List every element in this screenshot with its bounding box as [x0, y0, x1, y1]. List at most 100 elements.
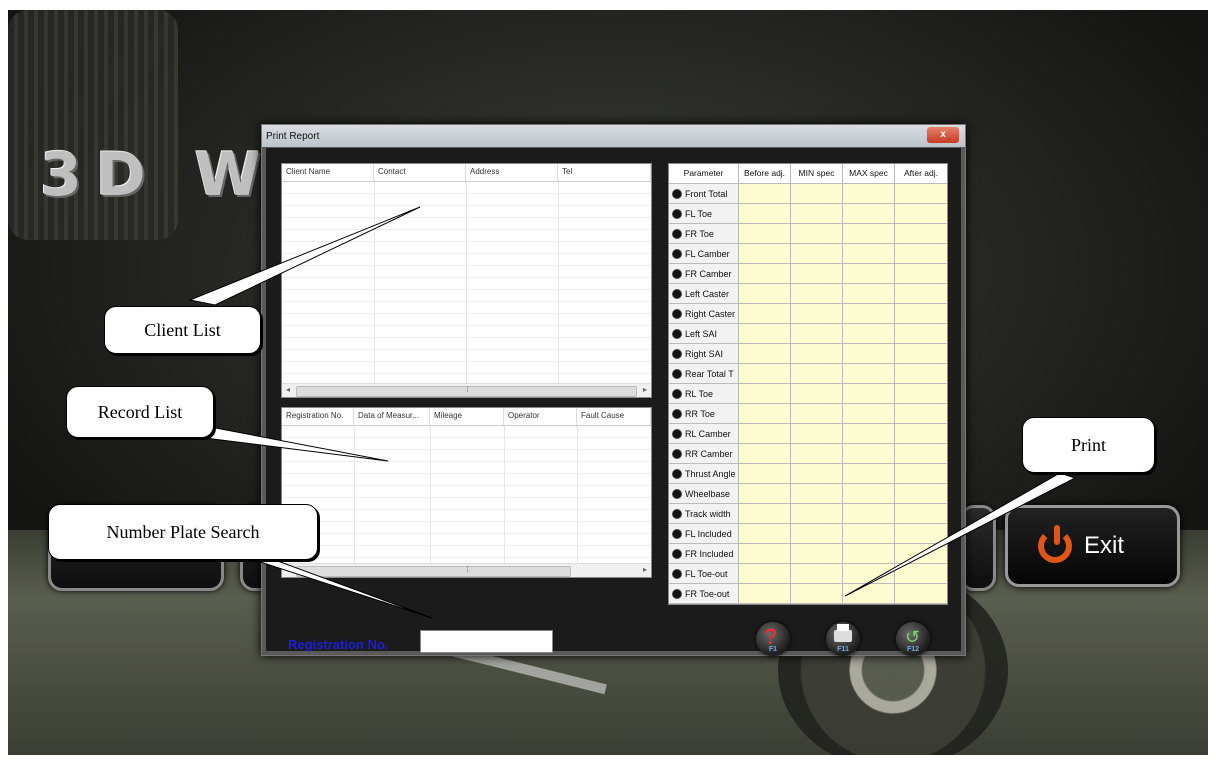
parameter-value-cell[interactable] [895, 564, 947, 583]
parameter-value-cell[interactable] [791, 464, 843, 483]
parameter-value-cell[interactable] [739, 524, 791, 543]
parameter-value-cell[interactable] [739, 444, 791, 463]
parameter-value-cell[interactable] [895, 404, 947, 423]
scroll-thumb[interactable] [296, 566, 571, 577]
parameter-value-cell[interactable] [843, 444, 895, 463]
parameter-value-cell[interactable] [843, 364, 895, 383]
parameter-value-cell[interactable] [895, 204, 947, 223]
record-list-body[interactable] [282, 426, 651, 563]
scroll-left-icon[interactable]: ◂ [286, 385, 290, 394]
parameter-value-cell[interactable] [791, 184, 843, 203]
column-header-operator[interactable]: Operator [504, 408, 577, 425]
parameter-value-cell[interactable] [843, 204, 895, 223]
parameter-value-cell[interactable] [843, 284, 895, 303]
parameter-value-cell[interactable] [739, 364, 791, 383]
parameter-value-cell[interactable] [791, 584, 843, 603]
parameter-value-cell[interactable] [895, 504, 947, 523]
parameter-value-cell[interactable] [739, 424, 791, 443]
parameter-value-cell[interactable] [895, 284, 947, 303]
parameter-value-cell[interactable] [739, 464, 791, 483]
column-header-client-name[interactable]: Client Name [282, 164, 374, 181]
parameter-value-cell[interactable] [895, 524, 947, 543]
parameter-value-cell[interactable] [843, 224, 895, 243]
parameter-value-cell[interactable] [791, 444, 843, 463]
parameter-value-cell[interactable] [739, 404, 791, 423]
parameter-value-cell[interactable] [843, 584, 895, 603]
parameter-value-cell[interactable] [843, 384, 895, 403]
parameter-value-cell[interactable] [843, 324, 895, 343]
parameter-value-cell[interactable] [895, 324, 947, 343]
parameter-value-cell[interactable] [791, 424, 843, 443]
parameter-value-cell[interactable] [791, 264, 843, 283]
client-list-body[interactable] [282, 182, 651, 383]
scroll-left-icon[interactable]: ◂ [286, 565, 290, 574]
close-button[interactable]: x [927, 127, 959, 143]
record-list-scrollbar[interactable]: ◂ ⁞ ▸ [282, 563, 651, 577]
parameter-value-cell[interactable] [843, 344, 895, 363]
parameter-value-cell[interactable] [791, 484, 843, 503]
parameter-value-cell[interactable] [739, 304, 791, 323]
help-button[interactable]: ? F1 [756, 622, 790, 656]
scroll-right-icon[interactable]: ▸ [643, 385, 647, 394]
column-header-contact[interactable]: Contact [374, 164, 466, 181]
parameter-value-cell[interactable] [739, 564, 791, 583]
parameter-value-cell[interactable] [791, 224, 843, 243]
parameter-value-cell[interactable] [791, 344, 843, 363]
registration-search-input[interactable] [420, 630, 553, 653]
parameter-value-cell[interactable] [895, 264, 947, 283]
parameter-value-cell[interactable] [791, 404, 843, 423]
parameter-value-cell[interactable] [791, 544, 843, 563]
parameter-value-cell[interactable] [895, 384, 947, 403]
scroll-right-icon[interactable]: ▸ [643, 565, 647, 574]
parameter-value-cell[interactable] [895, 464, 947, 483]
parameter-value-cell[interactable] [895, 544, 947, 563]
parameter-value-cell[interactable] [739, 324, 791, 343]
parameter-value-cell[interactable] [739, 504, 791, 523]
back-button[interactable]: ↺ F12 [896, 622, 930, 656]
parameter-value-cell[interactable] [895, 224, 947, 243]
print-button[interactable]: F11 [826, 622, 860, 656]
parameter-value-cell[interactable] [739, 484, 791, 503]
parameter-value-cell[interactable] [843, 264, 895, 283]
client-list-grid[interactable]: Client Name Contact Address Tel ◂ ⁞ ▸ [281, 163, 652, 398]
parameter-value-cell[interactable] [843, 304, 895, 323]
parameter-value-cell[interactable] [739, 584, 791, 603]
parameter-value-cell[interactable] [895, 364, 947, 383]
parameter-value-cell[interactable] [895, 304, 947, 323]
column-header-mileage[interactable]: Mileage [430, 408, 504, 425]
parameter-value-cell[interactable] [791, 364, 843, 383]
parameter-value-cell[interactable] [791, 324, 843, 343]
parameter-value-cell[interactable] [843, 244, 895, 263]
parameter-value-cell[interactable] [791, 244, 843, 263]
parameter-value-cell[interactable] [739, 284, 791, 303]
parameter-value-cell[interactable] [895, 584, 947, 603]
column-header-fault-cause[interactable]: Fault Cause [577, 408, 651, 425]
parameter-value-cell[interactable] [791, 564, 843, 583]
exit-button[interactable]: Exit [1005, 505, 1180, 587]
parameter-value-cell[interactable] [895, 444, 947, 463]
parameter-value-cell[interactable] [739, 204, 791, 223]
parameter-value-cell[interactable] [843, 564, 895, 583]
column-header-tel[interactable]: Tel [558, 164, 651, 181]
parameter-value-cell[interactable] [739, 224, 791, 243]
parameter-value-cell[interactable] [843, 544, 895, 563]
parameter-value-cell[interactable] [895, 424, 947, 443]
parameter-value-cell[interactable] [843, 184, 895, 203]
parameter-value-cell[interactable] [895, 484, 947, 503]
parameter-value-cell[interactable] [843, 484, 895, 503]
parameter-value-cell[interactable] [739, 244, 791, 263]
parameter-value-cell[interactable] [791, 504, 843, 523]
parameter-value-cell[interactable] [791, 524, 843, 543]
record-list-grid[interactable]: Registration No. Data of Measur... Milea… [281, 407, 652, 578]
parameter-value-cell[interactable] [843, 504, 895, 523]
client-list-scrollbar[interactable]: ◂ ⁞ ▸ [282, 383, 651, 397]
parameter-value-cell[interactable] [739, 544, 791, 563]
parameter-value-cell[interactable] [739, 184, 791, 203]
parameter-value-cell[interactable] [739, 264, 791, 283]
column-header-address[interactable]: Address [466, 164, 558, 181]
parameter-value-cell[interactable] [791, 384, 843, 403]
parameter-value-cell[interactable] [843, 424, 895, 443]
parameter-value-cell[interactable] [895, 344, 947, 363]
parameter-value-cell[interactable] [843, 524, 895, 543]
parameter-value-cell[interactable] [791, 284, 843, 303]
